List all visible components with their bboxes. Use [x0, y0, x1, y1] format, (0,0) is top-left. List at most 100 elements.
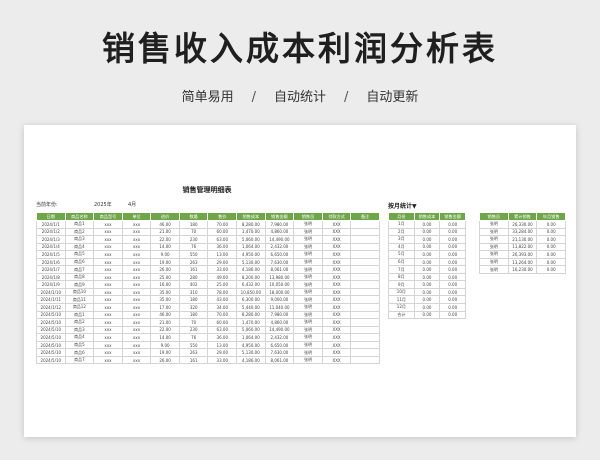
table-cell[interactable]: 6月 — [388, 257, 415, 267]
table-cell[interactable]: 4,186.00 — [236, 265, 266, 274]
table-cell[interactable]: 29.00 — [207, 348, 238, 357]
table-cell[interactable]: 0.00 — [413, 280, 441, 289]
table-cell[interactable]: 310 — [178, 287, 209, 297]
table-cell[interactable]: 6,300.00 — [236, 295, 266, 304]
table-cell[interactable]: xxx — [93, 280, 123, 289]
table-cell[interactable]: 商品4 — [64, 242, 95, 252]
table-cell[interactable]: 0.00 — [439, 257, 466, 267]
table-cell[interactable]: 1,064.00 — [236, 242, 266, 252]
table-cell[interactable]: 张明 — [293, 340, 323, 350]
table-cell[interactable]: 21.00 — [150, 227, 180, 237]
table-cell[interactable]: 2024/5/10 — [36, 325, 66, 335]
table-cell[interactable]: 7,980.00 — [264, 310, 295, 320]
table-cell[interactable]: 26.00 — [150, 265, 180, 274]
table-cell[interactable]: 5,130.00 — [236, 348, 266, 357]
table-cell[interactable]: 13,980.00 — [264, 272, 295, 282]
table-cell[interactable]: 张明 — [479, 265, 509, 274]
table-cell[interactable]: 张明 — [293, 220, 323, 229]
table-cell[interactable]: 0.00 — [536, 235, 566, 244]
table-cell[interactable]: xxx — [93, 340, 123, 350]
table-cell[interactable]: xxx — [93, 348, 123, 357]
table-cell[interactable]: 161 — [178, 355, 209, 365]
table-cell[interactable]: 商品1 — [64, 310, 95, 320]
table-cell[interactable]: 2024/5/10 — [36, 348, 66, 357]
table-cell[interactable]: 0.00 — [439, 220, 466, 229]
table-cell[interactable]: 0.00 — [413, 265, 441, 274]
table-cell[interactable]: 张明 — [293, 265, 323, 274]
table-cell[interactable]: 张明 — [293, 295, 323, 304]
table-cell[interactable] — [350, 265, 380, 274]
table-cell[interactable]: xxx — [93, 272, 123, 282]
table-cell[interactable]: XXX — [321, 318, 352, 327]
table-cell[interactable]: 6,650.00 — [264, 340, 295, 350]
table-cell[interactable]: 合计 — [388, 310, 415, 320]
table-cell[interactable]: 张明 — [293, 272, 323, 282]
table-cell[interactable]: xxx — [93, 242, 123, 252]
table-cell[interactable]: 76 — [178, 242, 209, 252]
table-cell[interactable]: 180 — [178, 220, 209, 229]
table-cell[interactable]: 张明 — [479, 235, 509, 244]
table-cell[interactable]: 0.00 — [413, 287, 441, 297]
table-cell[interactable]: 63.00 — [207, 235, 238, 244]
table-cell[interactable]: 49.00 — [207, 272, 238, 282]
table-cell[interactable]: 张明 — [293, 227, 323, 237]
table-cell[interactable]: 43.00 — [207, 295, 238, 304]
table-cell[interactable]: xxx — [93, 235, 123, 244]
table-cell[interactable]: 60.00 — [207, 318, 238, 327]
table-cell[interactable]: 7,630.00 — [264, 348, 295, 357]
table-cell[interactable]: 张明 — [293, 257, 323, 267]
table-cell[interactable]: 0.00 — [439, 272, 466, 282]
table-cell[interactable] — [350, 295, 380, 304]
table-cell[interactable]: 12月 — [388, 303, 415, 312]
table-cell[interactable] — [350, 250, 380, 259]
table-cell[interactable] — [350, 272, 380, 282]
table-cell[interactable]: 2024/1/5 — [36, 250, 66, 259]
table-cell[interactable]: 11,822.00 — [507, 242, 538, 252]
table-cell[interactable]: XXX — [321, 333, 352, 342]
table-cell[interactable]: XXX — [321, 325, 352, 335]
table-cell[interactable]: 0.00 — [536, 227, 566, 237]
table-cell[interactable] — [350, 348, 380, 357]
table-cell[interactable]: 5,440.00 — [236, 303, 266, 312]
table-cell[interactable]: 张明 — [293, 287, 323, 297]
table-cell[interactable]: 25.00 — [207, 280, 238, 289]
table-cell[interactable]: 13.00 — [207, 250, 238, 259]
table-cell[interactable]: 8,200.00 — [236, 272, 266, 282]
table-cell[interactable]: 0.00 — [536, 242, 566, 252]
table-cell[interactable]: XXX — [321, 287, 352, 297]
table-cell[interactable]: 3月 — [388, 235, 415, 244]
table-cell[interactable]: xxx — [121, 235, 152, 244]
table-cell[interactable]: 402 — [178, 280, 209, 289]
table-cell[interactable]: 2024/1/3 — [36, 235, 66, 244]
table-cell[interactable]: 25.00 — [150, 272, 180, 282]
table-cell[interactable]: 2024/1/9 — [36, 280, 66, 289]
table-cell[interactable]: 10,850.00 — [236, 287, 266, 297]
table-cell[interactable]: XXX — [321, 355, 352, 365]
table-cell[interactable]: 商品4 — [64, 333, 95, 342]
table-cell[interactable]: xxx — [93, 310, 123, 320]
table-cell[interactable]: xxx — [93, 287, 123, 297]
table-cell[interactable]: 0.00 — [439, 310, 466, 320]
table-cell[interactable]: 张明 — [293, 310, 323, 320]
table-cell[interactable]: 14.00 — [150, 333, 180, 342]
table-cell[interactable]: 商品5 — [64, 340, 95, 350]
table-cell[interactable]: 1,470.00 — [236, 227, 266, 237]
table-cell[interactable]: 0.00 — [439, 242, 466, 252]
table-cell[interactable]: XXX — [321, 272, 352, 282]
table-cell[interactable]: 9.00 — [150, 340, 180, 350]
table-cell[interactable]: 70.00 — [207, 310, 238, 320]
table-cell[interactable]: 14,490.00 — [264, 235, 295, 244]
table-cell[interactable]: 18,000.00 — [264, 287, 295, 297]
table-cell[interactable]: XXX — [321, 235, 352, 244]
table-cell[interactable]: 0.00 — [439, 227, 466, 237]
table-cell[interactable]: xxx — [121, 220, 152, 229]
table-cell[interactable]: xxx — [121, 280, 152, 289]
table-cell[interactable]: 0.00 — [439, 287, 466, 297]
table-cell[interactable]: 2024/5/10 — [36, 333, 66, 342]
table-cell[interactable]: 0.00 — [413, 257, 441, 267]
table-cell[interactable]: 550 — [178, 340, 209, 350]
table-cell[interactable]: 0.00 — [536, 257, 566, 267]
table-cell[interactable]: 35.00 — [150, 287, 180, 297]
table-cell[interactable]: 230 — [178, 235, 209, 244]
table-cell[interactable]: 14,490.00 — [264, 325, 295, 335]
